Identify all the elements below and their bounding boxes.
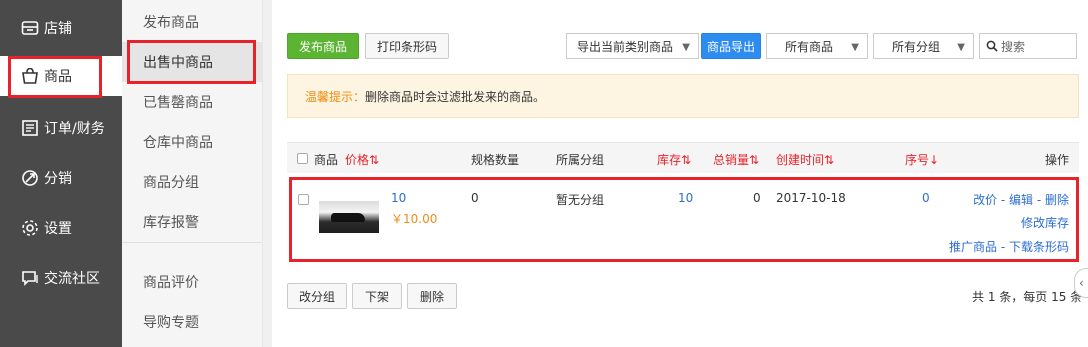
order-value[interactable]: 0: [922, 191, 930, 205]
product-subnav: 发布商品 出售中商品 已售罄商品 仓库中商品 商品分组 库存报警 商品评价 导购…: [122, 0, 263, 347]
sidebar-item-label: 交流社区: [44, 271, 100, 287]
delete-button[interactable]: 删除: [407, 283, 457, 309]
sidebar-item-community[interactable]: 交流社区: [0, 258, 122, 298]
subnav-divider: [122, 242, 262, 243]
sidebar-item-label: 订单/财务: [44, 121, 105, 137]
row-actions-promote-download[interactable]: 推广商品 - 下载条形码: [949, 238, 1069, 255]
export-products-button[interactable]: 商品导出: [701, 33, 761, 59]
sidebar-item-orders[interactable]: 订单/财务: [0, 108, 122, 148]
pagination-summary: 共 1 条，每页 15 条: [972, 290, 1083, 304]
header-product: 商品: [314, 153, 339, 167]
chat-icon: [20, 268, 40, 288]
all-products-value: 所有商品: [785, 39, 834, 54]
group-name: 暂无分组: [556, 193, 605, 207]
subnav-item-groups[interactable]: 商品分组: [122, 162, 262, 202]
take-down-button[interactable]: 下架: [352, 283, 402, 309]
created-date: 2017-10-18: [776, 191, 846, 205]
sidebar-item-label: 店铺: [44, 21, 72, 37]
all-products-select[interactable]: 所有商品 ▼: [766, 33, 868, 59]
search-placeholder: 搜索: [1001, 39, 1026, 54]
notice-label: 温馨提示：: [305, 89, 366, 104]
header-spec-count: 规格数量: [471, 153, 520, 167]
warm-tip-notice: 温馨提示： 删除商品时会过滤批发来的商品。: [287, 74, 1079, 118]
header-total-sales-sort[interactable]: 总销量⇅: [713, 151, 759, 168]
search-input[interactable]: 搜索: [979, 33, 1077, 59]
sidebar-item-label: 商品: [44, 69, 72, 85]
export-category-select[interactable]: 导出当前类别商品 ▼: [566, 33, 699, 59]
select-all-checkbox[interactable]: [297, 153, 308, 164]
all-groups-select[interactable]: 所有分组 ▼: [873, 33, 974, 59]
header-created-sort[interactable]: 创建时间⇅: [776, 151, 834, 168]
header-price-sort[interactable]: 价格⇅: [345, 151, 379, 168]
search-icon: [986, 40, 998, 52]
caret-down-icon: ▼: [682, 42, 690, 53]
store-icon: [20, 18, 40, 38]
subnav-item-reviews[interactable]: 商品评价: [122, 262, 262, 302]
row-actions-price-edit-delete[interactable]: 改价 - 编辑 - 删除: [973, 191, 1069, 208]
sidebar-item-products[interactable]: 商品: [0, 56, 122, 96]
subnav-item-sold-out[interactable]: 已售罄商品: [122, 82, 262, 122]
main-sidebar: 店铺 商品 订单/财务 分销 设置 交流社区: [0, 0, 122, 347]
stock-value: 10: [678, 191, 694, 205]
product-thumbnail[interactable]: [319, 201, 379, 233]
change-group-button[interactable]: 改分组: [287, 283, 347, 309]
product-name-link[interactable]: 10: [391, 191, 406, 205]
header-order-sort[interactable]: 序号↓: [905, 151, 939, 168]
table-header: 商品 价格⇅ 规格数量 所属分组 库存⇅ 总销量⇅ 创建时间⇅ 序号↓ 操作: [287, 142, 1079, 173]
chevron-left-icon: ‹: [1079, 276, 1084, 290]
side-scroll-handle[interactable]: ‹: [1074, 268, 1088, 298]
row-checkbox[interactable]: [298, 194, 309, 205]
caret-down-icon: ▼: [957, 42, 965, 53]
subnav-item-warehouse[interactable]: 仓库中商品: [122, 122, 262, 162]
sidebar-item-settings[interactable]: 设置: [0, 208, 122, 248]
subnav-item-publish[interactable]: 发布商品: [122, 2, 262, 42]
publish-product-button[interactable]: 发布商品: [287, 33, 359, 59]
product-price: ￥10.00: [391, 212, 438, 226]
distribution-icon: [20, 168, 40, 188]
gear-icon: [20, 218, 40, 238]
header-group: 所属分组: [556, 153, 605, 167]
main-content: 发布商品 打印条形码 导出当前类别商品 ▼ 商品导出 所有商品 ▼ 所有分组 ▼…: [272, 0, 1088, 347]
sidebar-item-label: 设置: [44, 221, 72, 237]
print-barcode-button[interactable]: 打印条形码: [365, 33, 449, 59]
caret-down-icon: ▼: [851, 42, 859, 53]
notice-text: 删除商品时会过滤批发来的商品。: [365, 89, 546, 104]
all-groups-value: 所有分组: [892, 39, 941, 54]
sidebar-item-label: 分销: [44, 171, 72, 187]
header-stock-sort[interactable]: 库存⇅: [657, 151, 691, 168]
header-actions: 操作: [1045, 153, 1070, 167]
subnav-item-shopping-guide[interactable]: 导购专题: [122, 302, 262, 342]
table-row: 10 ￥10.00 0 暂无分组 10 0 2017-10-18 0 改价 - …: [287, 176, 1079, 260]
edit-stock-link[interactable]: 修改库存: [1021, 214, 1069, 231]
subnav-item-stock-alert[interactable]: 库存报警: [122, 202, 262, 242]
bag-icon: [20, 66, 40, 86]
export-category-value: 导出当前类别商品: [577, 39, 674, 54]
sidebar-item-store[interactable]: 店铺: [0, 8, 122, 48]
car-image-icon: [331, 213, 365, 222]
order-icon: [20, 118, 40, 138]
total-sales-value: 0: [753, 191, 761, 205]
subnav-item-on-sale[interactable]: 出售中商品: [122, 42, 262, 82]
spec-count: 0: [471, 191, 479, 205]
sidebar-item-distribution[interactable]: 分销: [0, 158, 122, 198]
